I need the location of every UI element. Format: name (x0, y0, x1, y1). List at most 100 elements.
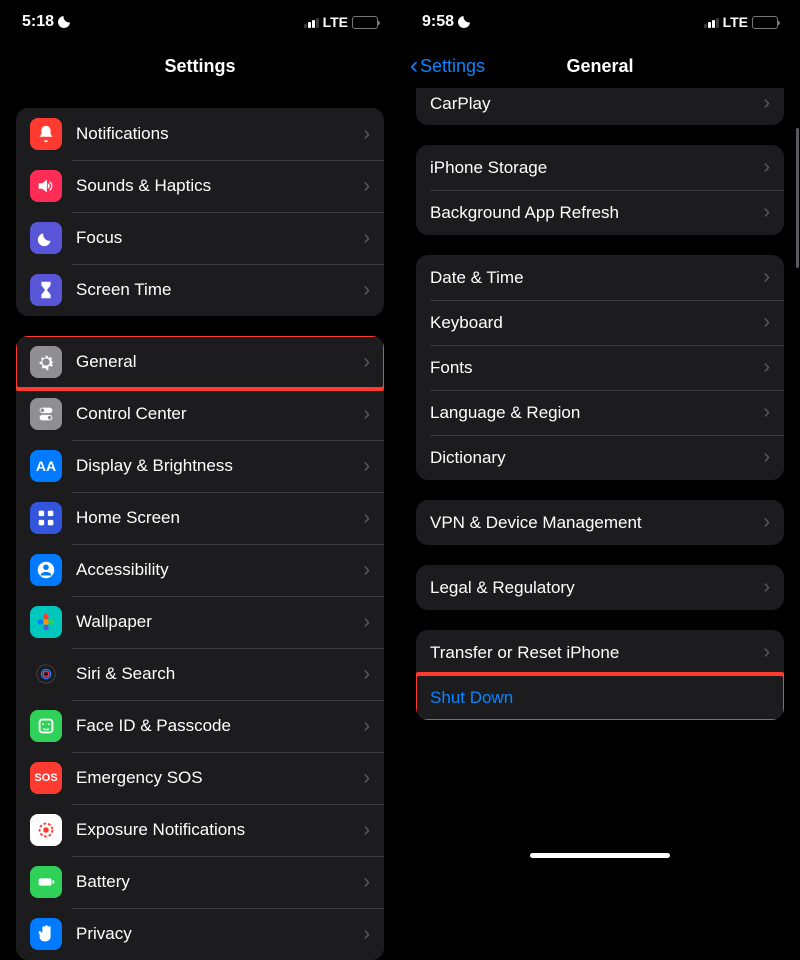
row-label: CarPlay (430, 94, 763, 114)
battery-icon (752, 16, 778, 29)
chevron-right-icon: › (363, 715, 370, 738)
status-bar: 9:58 LTE (400, 0, 800, 44)
row-bgrefresh[interactable]: Background App Refresh› (416, 190, 784, 235)
chevron-right-icon: › (363, 923, 370, 946)
row-label: iPhone Storage (430, 158, 763, 178)
row-label: Legal & Regulatory (430, 578, 763, 598)
row-shutdown[interactable]: Shut Down (416, 675, 784, 720)
row-vpn[interactable]: VPN & Device Management› (416, 500, 784, 545)
back-button[interactable]: ‹ Settings (410, 52, 485, 80)
exposure-icon (30, 814, 62, 846)
row-label: Accessibility (76, 560, 363, 580)
row-sounds[interactable]: Sounds & Haptics› (16, 160, 384, 212)
chevron-left-icon: ‹ (410, 52, 418, 80)
row-label: Siri & Search (76, 664, 363, 684)
chevron-right-icon: › (763, 641, 770, 664)
hand-icon (30, 918, 62, 950)
row-label: Notifications (76, 124, 363, 144)
row-siri[interactable]: Siri & Search› (16, 648, 384, 700)
general-group-5: Transfer or Reset iPhone› Shut Down (416, 630, 784, 720)
row-battery[interactable]: Battery› (16, 856, 384, 908)
row-label: Exposure Notifications (76, 820, 363, 840)
row-transfer[interactable]: Transfer or Reset iPhone› (416, 630, 784, 675)
row-carplay[interactable]: CarPlay› (416, 88, 784, 125)
chevron-right-icon: › (363, 559, 370, 582)
chevron-right-icon: › (763, 156, 770, 179)
row-wallpaper[interactable]: Wallpaper› (16, 596, 384, 648)
network-label: LTE (323, 14, 348, 30)
row-accessibility[interactable]: Accessibility› (16, 544, 384, 596)
moon-icon (458, 12, 474, 33)
scrollbar[interactable] (796, 128, 799, 268)
bell-icon (30, 118, 62, 150)
flower-icon (30, 606, 62, 638)
row-label: Shut Down (430, 688, 770, 708)
row-notifications[interactable]: Notifications› (16, 108, 384, 160)
chevron-right-icon: › (363, 767, 370, 790)
chevron-right-icon: › (763, 401, 770, 424)
chevron-right-icon: › (363, 819, 370, 842)
nav-bar: Settings (0, 44, 400, 88)
chevron-right-icon: › (763, 356, 770, 379)
moon-icon (58, 12, 74, 33)
row-label: VPN & Device Management (430, 513, 763, 533)
row-sos[interactable]: SOSEmergency SOS› (16, 752, 384, 804)
status-time: 5:18 (22, 13, 54, 31)
chevron-right-icon: › (763, 92, 770, 115)
row-datetime[interactable]: Date & Time› (416, 255, 784, 300)
row-label: Home Screen (76, 508, 363, 528)
home-indicator[interactable] (530, 853, 670, 858)
nav-title: General (566, 56, 633, 77)
row-label: Wallpaper (76, 612, 363, 632)
row-focus[interactable]: Focus› (16, 212, 384, 264)
row-label: Focus (76, 228, 363, 248)
row-fonts[interactable]: Fonts› (416, 345, 784, 390)
general-group-0: CarPlay› (416, 88, 784, 125)
row-storage[interactable]: iPhone Storage› (416, 145, 784, 190)
chevron-right-icon: › (363, 403, 370, 426)
row-label: Battery (76, 872, 363, 892)
row-faceid[interactable]: Face ID & Passcode› (16, 700, 384, 752)
toggles-icon (30, 398, 62, 430)
row-label: Transfer or Reset iPhone (430, 643, 763, 663)
row-privacy[interactable]: Privacy› (16, 908, 384, 960)
row-dictionary[interactable]: Dictionary› (416, 435, 784, 480)
moon-icon (30, 222, 62, 254)
row-homescreen[interactable]: Home Screen› (16, 492, 384, 544)
row-controlcenter[interactable]: Control Center› (16, 388, 384, 440)
row-label: Screen Time (76, 280, 363, 300)
settings-group-1: Notifications›Sounds & Haptics›Focus›Scr… (16, 108, 384, 316)
chevron-right-icon: › (363, 455, 370, 478)
chevron-right-icon: › (763, 201, 770, 224)
speaker-icon (30, 170, 62, 202)
grid-icon (30, 502, 62, 534)
AA-icon: AA (30, 450, 62, 482)
general-group-4: Legal & Regulatory› (416, 565, 784, 610)
row-display[interactable]: AADisplay & Brightness› (16, 440, 384, 492)
row-label: Keyboard (430, 313, 763, 333)
status-bar: 5:18 LTE (0, 0, 400, 44)
row-label: Language & Region (430, 403, 763, 423)
SOS-icon: SOS (30, 762, 62, 794)
row-label: Date & Time (430, 268, 763, 288)
row-label: General (76, 352, 363, 372)
battery-icon (352, 16, 378, 29)
signal-icon (704, 16, 719, 28)
row-label: Control Center (76, 404, 363, 424)
row-label: Background App Refresh (430, 203, 763, 223)
general-group-1: iPhone Storage›Background App Refresh› (416, 145, 784, 235)
settings-group-2: General›Control Center›AADisplay & Brigh… (16, 336, 384, 960)
chevron-right-icon: › (763, 446, 770, 469)
row-general[interactable]: General› (16, 336, 384, 388)
status-time: 9:58 (422, 13, 454, 31)
chevron-right-icon: › (763, 576, 770, 599)
row-keyboard[interactable]: Keyboard› (416, 300, 784, 345)
general-group-2: Date & Time›Keyboard›Fonts›Language & Re… (416, 255, 784, 480)
siri-icon (30, 658, 62, 690)
back-label: Settings (420, 56, 485, 77)
row-screentime[interactable]: Screen Time› (16, 264, 384, 316)
gear-icon (30, 346, 62, 378)
row-language[interactable]: Language & Region› (416, 390, 784, 435)
row-exposure[interactable]: Exposure Notifications› (16, 804, 384, 856)
row-legal[interactable]: Legal & Regulatory› (416, 565, 784, 610)
